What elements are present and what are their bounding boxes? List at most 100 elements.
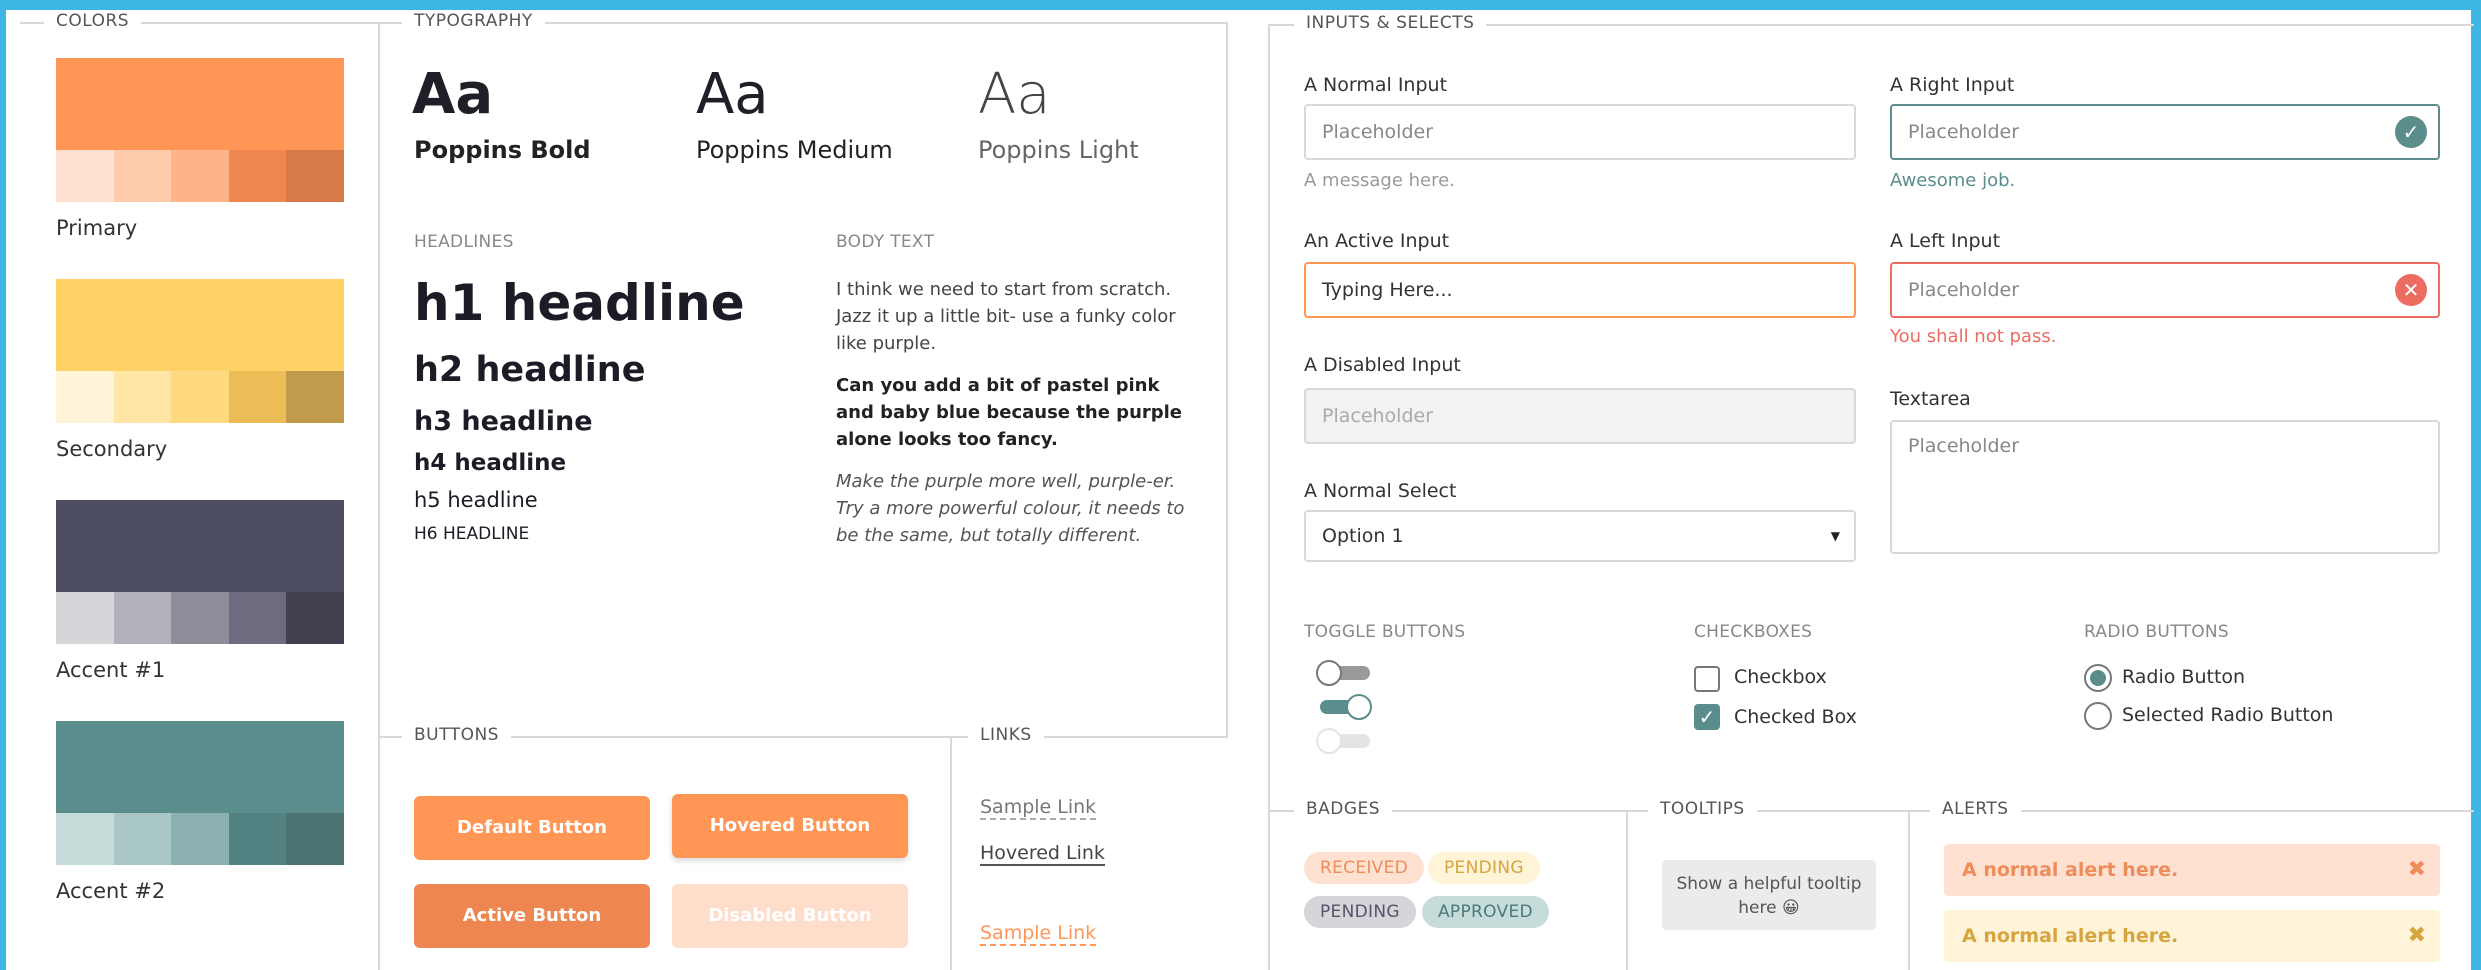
radio-unselected[interactable] [2084, 702, 2112, 730]
tooltips-label: TOOLTIPS [1648, 799, 1757, 819]
shade-3 [171, 371, 229, 423]
hovered-button[interactable]: Hovered Button [672, 794, 908, 858]
normal-input-helper: A message here. [1304, 170, 1455, 191]
shade-1 [56, 592, 114, 644]
shade-3 [171, 592, 229, 644]
selected-radio-label: Selected Radio Button [2122, 704, 2334, 726]
radio-selected[interactable] [2084, 664, 2112, 692]
shade-2 [113, 813, 172, 865]
shade-4 [228, 592, 287, 644]
shade-5 [286, 592, 344, 644]
font-light-label: Poppins Light [978, 136, 1139, 164]
shade-4 [228, 150, 287, 202]
alert-yellow: A normal alert here. ✖ [1944, 910, 2440, 962]
h6-sample: H6 HEADLINE [414, 524, 530, 544]
toggle-off[interactable] [1316, 660, 1372, 686]
swatch-primary: Primary [56, 58, 344, 240]
shade-4 [228, 371, 287, 423]
swatch-name: Accent #1 [56, 658, 166, 682]
left-input[interactable]: Placeholder [1890, 262, 2440, 318]
shade-5 [286, 150, 344, 202]
font-medium-label: Poppins Medium [696, 136, 893, 164]
radio-label: Radio Button [2122, 666, 2246, 688]
shade-5 [286, 371, 344, 423]
checkbox-unchecked[interactable] [1694, 666, 1720, 692]
sample-link[interactable]: Sample Link [980, 796, 1097, 820]
checked-box-label: Checked Box [1734, 706, 1857, 728]
headlines-label: HEADLINES [414, 232, 514, 252]
alerts-label: ALERTS [1930, 799, 2021, 819]
shade-2 [113, 371, 172, 423]
badge-pending-yellow: PENDING [1428, 852, 1540, 884]
alert-orange: A normal alert here. ✖ [1944, 844, 2440, 896]
tooltip-sample: Show a helpful tooltip here 😀 [1662, 860, 1876, 930]
swatch-accent-2: Accent #2 [56, 721, 344, 903]
h3-sample: h3 headline [414, 406, 593, 437]
h5-sample: h5 headline [414, 488, 538, 512]
swatch-secondary: Secondary [56, 279, 344, 461]
right-input-helper: Awesome job. [1890, 170, 2016, 191]
alert-text: A normal alert here. [1962, 925, 2179, 947]
font-bold-label: Poppins Bold [414, 136, 591, 164]
error-icon: ✕ [2395, 274, 2427, 306]
typography-label: TYPOGRAPHY [402, 11, 545, 31]
right-input-label: A Right Input [1890, 74, 2015, 96]
aa-light: Aa [978, 62, 1051, 127]
badge-pending-gray: PENDING [1304, 896, 1416, 928]
checkbox-label: Checkbox [1734, 666, 1827, 688]
badge-received: RECEIVED [1304, 852, 1425, 884]
inputs-label: INPUTS & SELECTS [1294, 13, 1487, 33]
close-icon[interactable]: ✖ [2408, 844, 2426, 896]
swatch-main [56, 500, 344, 592]
links-label: LINKS [968, 725, 1044, 745]
hovered-link[interactable]: Hovered Link [980, 842, 1105, 866]
normal-input[interactable]: Placeholder [1304, 104, 1856, 160]
shade-2 [113, 150, 172, 202]
body-paragraph-italic: Make the purple more well, purple-er. Tr… [836, 471, 1185, 546]
toggle-disabled [1316, 728, 1372, 754]
body-paragraph-light: I think we need to start from scratch. J… [836, 279, 1176, 354]
textarea[interactable]: Placeholder [1890, 420, 2440, 554]
shade-1 [56, 150, 114, 202]
shade-3 [171, 150, 229, 202]
badges-label: BADGES [1294, 799, 1393, 819]
sample-link-orange[interactable]: Sample Link [980, 922, 1097, 946]
left-input-helper: You shall not pass. [1890, 326, 2057, 347]
h1-sample: h1 headline [414, 274, 745, 332]
toggle-buttons-label: TOGGLE BUTTONS [1304, 622, 1466, 642]
active-input[interactable]: Typing Here... [1304, 262, 1856, 318]
body-paragraph-bold: Can you add a bit of pastel pink and bab… [836, 375, 1183, 450]
default-button[interactable]: Default Button [414, 796, 650, 860]
active-input-label: An Active Input [1304, 230, 1450, 252]
shade-5 [286, 813, 344, 865]
normal-select[interactable]: Option 1 ▼ [1304, 510, 1856, 562]
select-value: Option 1 [1322, 525, 1404, 547]
right-input[interactable]: Placeholder [1890, 104, 2440, 160]
h2-sample: h2 headline [414, 350, 646, 390]
checkboxes-label: CHECKBOXES [1694, 622, 1813, 642]
left-input-label: A Left Input [1890, 230, 2001, 252]
badges-panel: BADGES [1268, 799, 1628, 970]
swatch-accent-1: Accent #1 [56, 500, 344, 682]
active-button[interactable]: Active Button [414, 884, 650, 948]
disabled-input: Placeholder [1304, 388, 1856, 444]
shade-3 [171, 813, 229, 865]
buttons-label: BUTTONS [402, 725, 511, 745]
toggle-on[interactable] [1316, 694, 1372, 720]
swatch-main [56, 279, 344, 371]
shade-2 [113, 592, 172, 644]
shade-1 [56, 371, 114, 423]
checkbox-checked[interactable]: ✓ [1694, 704, 1720, 730]
shade-4 [228, 813, 287, 865]
radio-buttons-label: RADIO BUTTONS [2084, 622, 2230, 642]
swatch-main [56, 721, 344, 813]
top-accent-bar [0, 0, 2481, 10]
swatch-name: Primary [56, 216, 138, 240]
colors-label: COLORS [44, 11, 142, 31]
close-icon[interactable]: ✖ [2408, 910, 2426, 962]
aa-bold: Aa [412, 62, 494, 127]
textarea-label: Textarea [1890, 388, 1971, 410]
normal-input-label: A Normal Input [1304, 74, 1448, 96]
shade-1 [56, 813, 114, 865]
swatch-name: Accent #2 [56, 879, 166, 903]
